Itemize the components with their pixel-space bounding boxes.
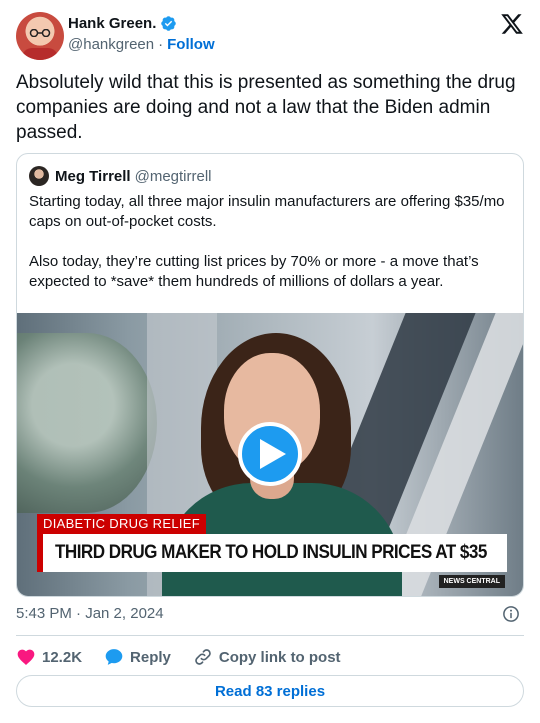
author-handle[interactable]: @hankgreen bbox=[68, 36, 154, 53]
network-badge: NEWS CENTRAL bbox=[438, 575, 505, 588]
speech-bubble-icon bbox=[105, 649, 123, 665]
chyron-tag: DIABETIC DRUG RELIEF bbox=[37, 514, 206, 534]
author-handle-row: @hankgreen · Follow bbox=[68, 36, 215, 53]
chyron-headline: THIRD DRUG MAKER TO HOLD INSULIN PRICES … bbox=[55, 542, 487, 563]
x-logo-icon[interactable] bbox=[500, 12, 524, 36]
video-thumbnail[interactable]: DIABETIC DRUG RELIEF THIRD DRUG MAKER TO… bbox=[17, 313, 523, 596]
like-button[interactable]: 12.2K bbox=[16, 647, 82, 667]
reply-button[interactable]: Reply bbox=[104, 647, 171, 667]
embedded-post: Hank Green. @hankgreen · Follow Absolute… bbox=[0, 0, 540, 723]
handle-separator: · bbox=[158, 36, 164, 53]
info-icon[interactable] bbox=[502, 605, 520, 623]
avatar-glasses bbox=[29, 29, 51, 37]
play-button[interactable] bbox=[238, 422, 302, 486]
heart-icon bbox=[17, 649, 35, 665]
reply-label: Reply bbox=[130, 648, 171, 666]
follow-link[interactable]: Follow bbox=[167, 36, 215, 53]
background-globe bbox=[17, 333, 157, 513]
play-icon bbox=[259, 439, 286, 469]
read-replies-button[interactable]: Read 83 replies bbox=[16, 675, 524, 707]
quoted-post[interactable]: Meg Tirrell @megtirrell Starting today, … bbox=[16, 153, 524, 597]
quoted-author-handle: @megtirrell bbox=[134, 167, 212, 185]
verified-badge-icon bbox=[161, 16, 177, 31]
quoted-author-avatar bbox=[29, 166, 49, 186]
divider bbox=[16, 635, 524, 636]
avatar-shirt bbox=[22, 48, 58, 60]
action-bar: 12.2K Reply Copy link to post bbox=[16, 645, 363, 669]
post-timestamp[interactable]: 5:43 PM · Jan 2, 2024 bbox=[16, 605, 164, 622]
author-name-row: Hank Green. bbox=[68, 15, 177, 32]
author-name[interactable]: Hank Green. bbox=[68, 15, 156, 32]
copy-link-button[interactable]: Copy link to post bbox=[193, 647, 341, 667]
quoted-post-text: Starting today, all three major insulin … bbox=[29, 193, 505, 290]
like-count: 12.2K bbox=[42, 648, 83, 666]
quoted-author-name: Meg Tirrell bbox=[55, 167, 131, 185]
author-avatar[interactable] bbox=[16, 12, 64, 60]
quoted-author-row: Meg Tirrell @megtirrell bbox=[29, 166, 212, 186]
chyron-bar: THIRD DRUG MAKER TO HOLD INSULIN PRICES … bbox=[37, 534, 507, 572]
tweet-text: Absolutely wild that this is presented a… bbox=[16, 72, 516, 143]
copy-link-label: Copy link to post bbox=[218, 648, 341, 666]
link-icon bbox=[195, 649, 211, 665]
